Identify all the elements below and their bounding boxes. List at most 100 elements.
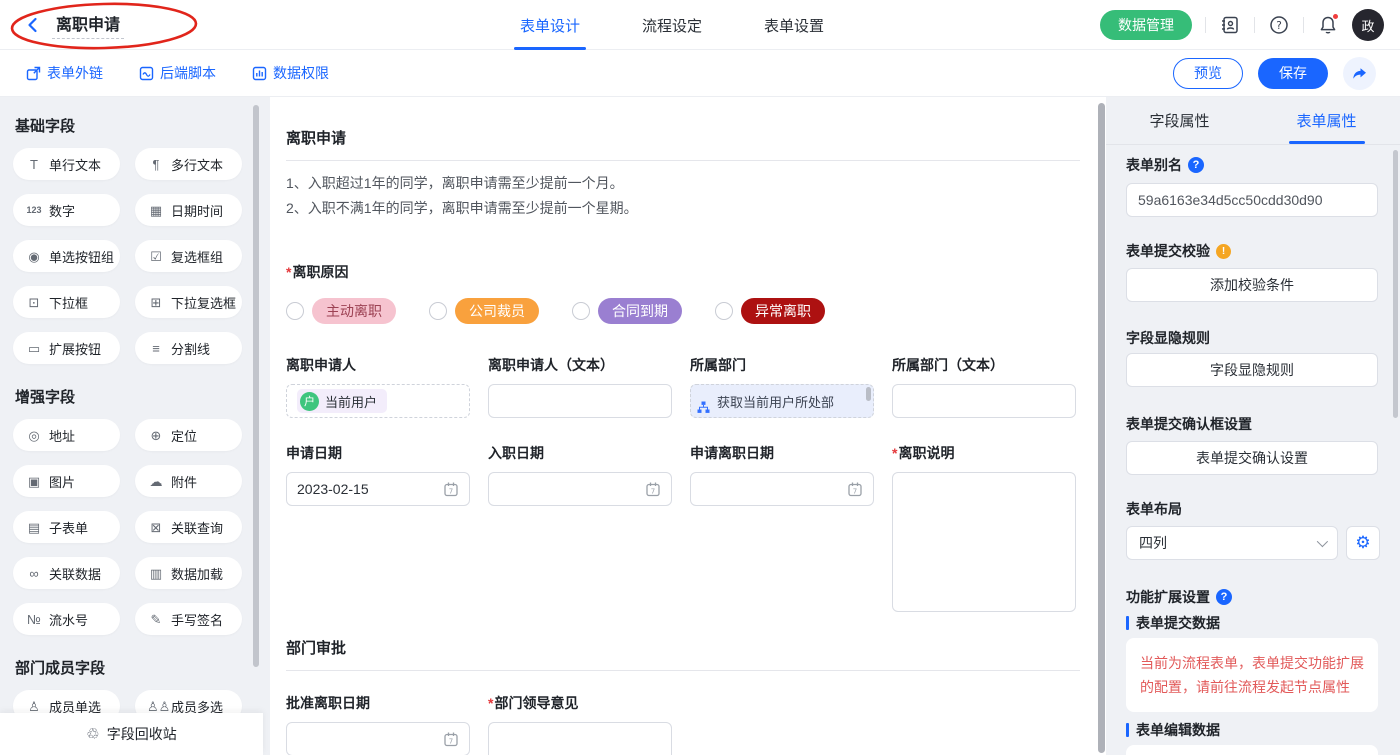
field-applicant[interactable]: 离职申请人 户 当前用户 (286, 355, 470, 418)
address-book-icon[interactable] (1219, 14, 1241, 36)
field-department[interactable]: 所属部门 获取当前用户所处部 (690, 355, 874, 418)
sidebar-scrollbar[interactable] (253, 105, 259, 667)
apply-date-input[interactable]: 2023-02-15 7 (286, 472, 470, 506)
field-type-datetime[interactable]: ▦日期时间 (135, 194, 242, 226)
field-approve-date[interactable]: 批准离职日期 7 (286, 693, 470, 755)
field-type-location[interactable]: ⊕定位 (135, 419, 242, 451)
field-type-signature[interactable]: ✎手写签名 (135, 603, 242, 635)
location-icon: ⊕ (147, 429, 165, 442)
form-external-link[interactable]: 表单外链 (26, 63, 103, 83)
submit-check-label: 表单提交校验 ! (1126, 241, 1231, 261)
form-alias-input[interactable]: 59a6163e34d5cc50cdd30d90 (1126, 183, 1378, 217)
field-type-linked-data[interactable]: ∞关联数据 (13, 557, 120, 589)
divider (1205, 17, 1206, 33)
radio-circle-icon[interactable] (572, 302, 590, 320)
mini-scrollbar (866, 387, 871, 401)
field-applicant-text[interactable]: 离职申请人（文本） (488, 355, 672, 418)
canvas-form-title[interactable]: 离职申请 (286, 127, 1080, 161)
layout-settings-button[interactable]: ⚙ (1346, 526, 1380, 560)
applicant-text-input[interactable] (488, 384, 672, 418)
leave-date-input[interactable]: 7 (690, 472, 874, 506)
field-type-single-line-text[interactable]: T单行文本 (13, 148, 120, 180)
calendar-icon: 7 (443, 731, 459, 747)
radio-option-voluntary[interactable]: 主动离职 (286, 298, 396, 324)
approve-date-input[interactable]: 7 (286, 722, 470, 755)
save-button[interactable]: 保存 (1258, 58, 1328, 89)
field-type-data-load[interactable]: ▥数据加载 (135, 557, 242, 589)
field-type-select[interactable]: ⊡下拉框 (13, 286, 120, 318)
form-alias-label: 表单别名 ? (1126, 155, 1204, 175)
field-type-number[interactable]: 123数字 (13, 194, 120, 226)
section-title-member-fields: 部门成员字段 (15, 657, 270, 678)
tab-field-properties[interactable]: 字段属性 (1106, 97, 1253, 144)
form-description[interactable]: 1、入职超过1年的同学，离职申请需至少提前一个月。 2、入职不满1年的同学，离职… (286, 171, 638, 221)
backend-script-link[interactable]: 后端脚本 (139, 63, 216, 83)
help-circle-icon[interactable]: ? (1216, 589, 1232, 605)
field-department-text[interactable]: 所属部门（文本） (892, 355, 1076, 418)
data-permission-link[interactable]: 数据权限 (252, 63, 329, 83)
subform-icon: ▤ (25, 521, 43, 534)
help-icon[interactable]: ? (1268, 14, 1290, 36)
field-apply-date[interactable]: 申请日期 2023-02-15 7 (286, 443, 470, 612)
form-layout-select[interactable]: 四列 (1126, 526, 1338, 560)
field-type-radio-group[interactable]: ◉单选按钮组 (13, 240, 120, 272)
visibility-rules-button[interactable]: 字段显隐规则 (1126, 353, 1378, 387)
department-text-input[interactable] (892, 384, 1076, 418)
field-hire-date[interactable]: 入职日期 7 (488, 443, 672, 612)
field-leave-reason[interactable]: *离职原因 主动离职 公司裁员 合同到期 异常离职 (286, 262, 825, 324)
checkbox-group-icon: ☑ (147, 250, 165, 263)
field-type-image[interactable]: ▣图片 (13, 465, 120, 497)
field-type-attachment[interactable]: ☁附件 (135, 465, 242, 497)
add-check-condition-button[interactable]: 添加校验条件 (1126, 268, 1378, 302)
calendar-icon: 7 (847, 481, 863, 497)
radio-option-layoff[interactable]: 公司裁员 (429, 298, 539, 324)
svg-text:?: ? (1276, 20, 1282, 32)
field-type-checkbox-group[interactable]: ☑复选框组 (135, 240, 242, 272)
field-type-divider[interactable]: ≡分割线 (135, 332, 242, 364)
tab-form-design[interactable]: 表单设计 (520, 0, 580, 50)
tab-flow-setting[interactable]: 流程设定 (642, 0, 702, 50)
notification-bell-icon[interactable] (1317, 14, 1339, 36)
section-title-dept-approval[interactable]: 部门审批 (286, 637, 1080, 671)
form-name-title[interactable]: 离职申请 (52, 11, 124, 39)
department-value-box[interactable]: 获取当前用户所处部 (690, 384, 874, 418)
tab-form-properties[interactable]: 表单属性 (1253, 97, 1400, 144)
radio-circle-icon[interactable] (286, 302, 304, 320)
applicant-value-box[interactable]: 户 当前用户 (286, 384, 470, 418)
help-circle-icon[interactable]: ? (1188, 157, 1204, 173)
leave-note-textarea[interactable] (892, 472, 1076, 612)
radio-option-contract-expire[interactable]: 合同到期 (572, 298, 682, 324)
image-icon: ▣ (25, 475, 43, 488)
field-type-multi-select[interactable]: ⊞下拉复选框 (135, 286, 242, 318)
field-leader-opinion[interactable]: *部门领导意见 (488, 693, 672, 755)
field-library-sidebar: 基础字段 T单行文本 ¶多行文本 123数字 ▦日期时间 ◉单选按钮组 ☑复选框… (0, 97, 270, 755)
field-leave-date[interactable]: 申请离职日期 7 (690, 443, 874, 612)
leader-opinion-textarea[interactable] (488, 722, 672, 755)
section-title-enhanced-fields: 增强字段 (15, 386, 270, 407)
field-type-subform[interactable]: ▤子表单 (13, 511, 120, 543)
radio-option-abnormal[interactable]: 异常离职 (715, 298, 825, 324)
preview-button[interactable]: 预览 (1173, 58, 1243, 89)
form-canvas[interactable]: 离职申请 1、入职超过1年的同学，离职申请需至少提前一个月。 2、入职不满1年的… (270, 97, 1098, 755)
tab-form-setting[interactable]: 表单设置 (764, 0, 824, 50)
current-user-tag[interactable]: 户 当前用户 (297, 389, 387, 413)
warning-circle-icon[interactable]: ! (1216, 244, 1231, 259)
field-type-lookup[interactable]: ⊠关联查询 (135, 511, 242, 543)
radio-circle-icon[interactable] (715, 302, 733, 320)
svg-text:7: 7 (853, 488, 857, 496)
submit-confirm-button[interactable]: 表单提交确认设置 (1126, 441, 1378, 475)
field-type-multi-line-text[interactable]: ¶多行文本 (135, 148, 242, 180)
field-leave-note[interactable]: *离职说明 (892, 443, 1076, 612)
share-button[interactable] (1343, 57, 1376, 90)
panel-scrollbar[interactable] (1393, 150, 1398, 418)
canvas-scrollbar[interactable] (1098, 103, 1105, 753)
hire-date-input[interactable]: 7 (488, 472, 672, 506)
radio-circle-icon[interactable] (429, 302, 447, 320)
data-manage-button[interactable]: 数据管理 (1100, 10, 1192, 40)
field-type-address[interactable]: ◎地址 (13, 419, 120, 451)
back-icon[interactable] (24, 16, 42, 34)
field-type-extend-button[interactable]: ▭扩展按钮 (13, 332, 120, 364)
user-avatar[interactable]: 政 (1352, 9, 1384, 41)
field-recycle-bin[interactable]: ♲ 字段回收站 (0, 713, 263, 755)
field-type-serial-number[interactable]: №流水号 (13, 603, 120, 635)
